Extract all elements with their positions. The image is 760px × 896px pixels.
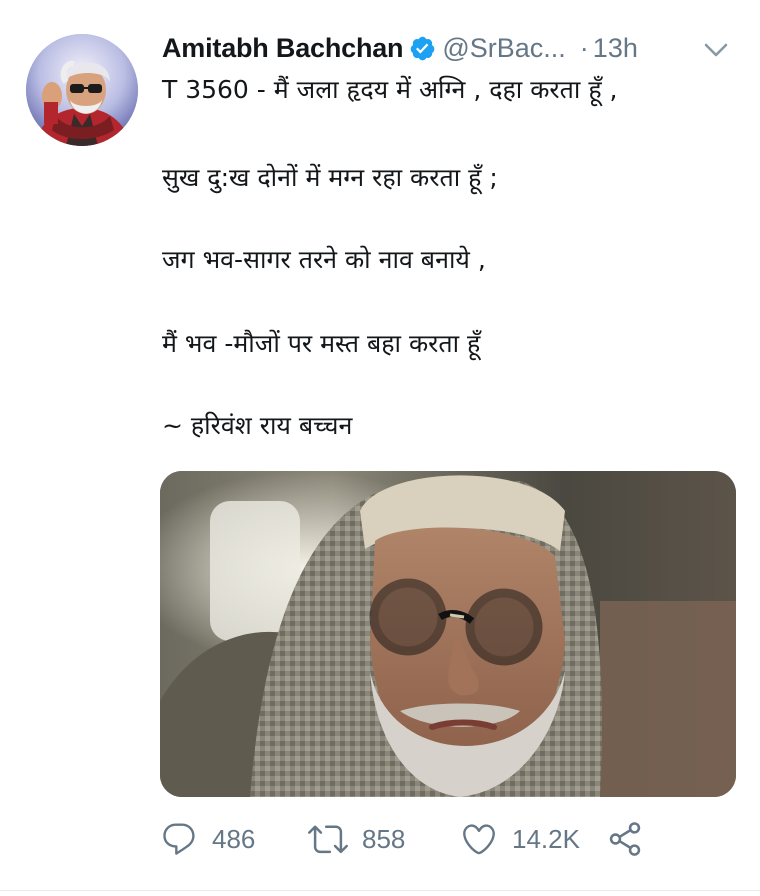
display-name[interactable]: Amitabh Bachchan	[162, 33, 404, 64]
reply-button[interactable]: 486	[160, 812, 255, 866]
tweet-line: मैं भव -मौजों पर मस्त बहा करता हूँ	[162, 329, 481, 358]
reply-icon	[163, 823, 195, 855]
verified-badge-icon	[411, 36, 435, 60]
heart-icon	[463, 824, 495, 855]
user-handle[interactable]: @SrBac...	[442, 33, 565, 64]
tweet-line: T 3560 - मैं जला हृदय में अग्नि , दहा कर…	[162, 75, 618, 104]
retweet-icon	[308, 825, 348, 854]
tweet-line: सुख दु:ख दोनों में मग्न रहा करता हूँ ;	[162, 163, 498, 192]
retweet-button[interactable]: 858	[308, 812, 405, 866]
like-count: 14.2K	[512, 823, 580, 854]
chevron-down-icon[interactable]	[702, 40, 730, 60]
time-separator: ·	[579, 32, 589, 63]
reply-count: 486	[212, 823, 256, 854]
retweet-count: 858	[362, 823, 406, 854]
share-icon	[609, 822, 641, 856]
tweet-actions: 486 858 14.2K	[160, 812, 720, 866]
tweet-header: Amitabh Bachchan @SrBac... · 13h	[162, 28, 752, 68]
tweet-timestamp[interactable]: 13h	[593, 33, 638, 64]
tweet-line: जग भव-सागर तरने को नाव बनाये ,	[162, 245, 486, 274]
avatar-image	[26, 34, 138, 146]
tweet-card[interactable]: Amitabh Bachchan @SrBac... · 13h T 3560 …	[0, 0, 760, 896]
user-avatar[interactable]	[26, 34, 138, 146]
share-button[interactable]	[606, 812, 644, 866]
tweet-line: ~ हरिवंश राय बच्चन	[162, 411, 353, 440]
like-button[interactable]: 14.2K	[460, 812, 580, 866]
media-photo	[160, 471, 736, 797]
tweet-media-image[interactable]	[160, 471, 736, 797]
divider	[0, 890, 760, 891]
